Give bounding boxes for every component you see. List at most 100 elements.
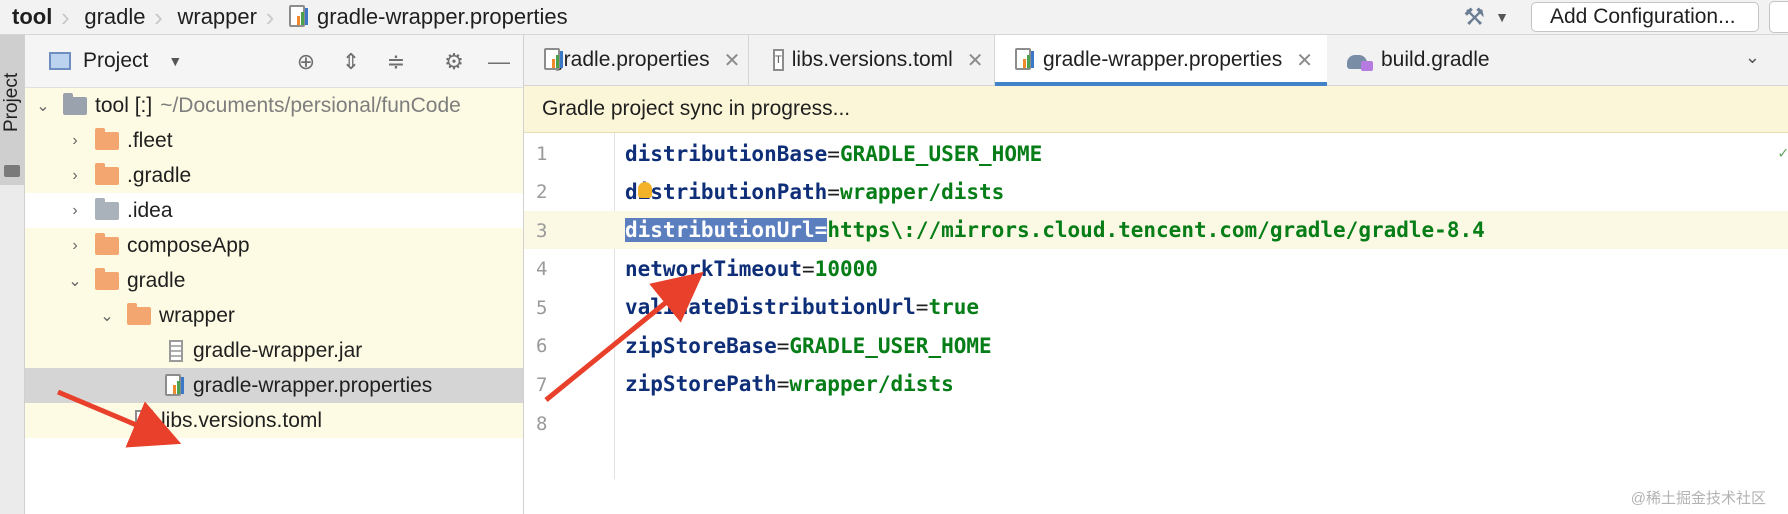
breadcrumb-item-gradle[interactable]: gradle: [72, 0, 145, 34]
toolbar-right: ⚒ ▼ Add Configuration...: [1459, 0, 1788, 34]
chevron-down-icon[interactable]: ⌄: [97, 306, 117, 326]
breadcrumb-label: gradle: [84, 4, 146, 29]
tab-label: build.gradle: [1381, 48, 1490, 71]
code-line: networkTimeout = 10000: [625, 257, 878, 281]
folder-icon: [95, 197, 119, 220]
property-key: distributionBase: [625, 142, 828, 166]
code-line: distributionPath = wrapper/dists: [625, 180, 1005, 204]
line-number: 7: [536, 374, 548, 396]
breadcrumb-separator-icon: ›: [154, 1, 163, 32]
tree-item-label: libs.versions.toml: [161, 408, 323, 432]
tree-item-label: wrapper: [159, 303, 235, 327]
tree-item-fleet[interactable]: › .fleet: [25, 123, 523, 158]
module-folder-icon: [63, 92, 87, 115]
tree-item-label: .idea: [127, 198, 173, 222]
breadcrumb-item-file[interactable]: gradle-wrapper.properties: [277, 0, 568, 34]
folder-icon: [95, 162, 119, 185]
folder-icon: [95, 127, 119, 150]
editor-area: gradle.properties ✕ T libs.versions.toml…: [524, 35, 1788, 514]
gear-icon[interactable]: ⚙: [439, 47, 469, 77]
line-number: 3: [536, 220, 548, 242]
minimize-icon[interactable]: —: [484, 47, 514, 77]
crosshair-icon[interactable]: ⊕: [291, 47, 321, 77]
tree-item-path: ~/Documents/persional/funCode: [160, 93, 461, 117]
breadcrumb-bar: tool › gradle › wrapper › gradle-wrapper…: [0, 0, 1788, 35]
code-line: zipStorePath = wrapper/dists: [625, 372, 954, 396]
tab-build-gradle[interactable]: build.gradle: [1327, 35, 1507, 85]
chevron-down-icon[interactable]: ▼: [1495, 9, 1509, 25]
jar-file-icon: [169, 339, 183, 362]
project-view-icon: [49, 52, 71, 70]
property-value: wrapper/dists: [789, 372, 954, 396]
sync-banner-text: Gradle project sync in progress...: [542, 97, 851, 120]
chevron-down-icon[interactable]: ▼: [168, 53, 182, 69]
run-widget-button[interactable]: [1769, 1, 1788, 33]
close-icon[interactable]: ✕: [967, 48, 984, 73]
tree-item-label: tool [:]: [95, 93, 153, 117]
close-icon[interactable]: ✕: [724, 48, 741, 73]
hammer-icon[interactable]: ⚒: [1459, 2, 1489, 32]
breadcrumb-label: wrapper: [177, 4, 257, 29]
collapse-all-icon[interactable]: ≑: [381, 47, 411, 77]
breadcrumb-label: gradle-wrapper.properties: [316, 4, 568, 29]
tab-gradle-properties[interactable]: gradle.properties ✕: [524, 35, 748, 85]
tree-item-tool[interactable]: ⌄ tool [:] ~/Documents/persional/funCode: [25, 88, 523, 123]
line-number: 1: [536, 143, 548, 165]
selected-property-key: distributionUrl: [625, 218, 815, 242]
tab-label: gradle.properties: [552, 48, 710, 71]
tree-item-gradle-cache[interactable]: › .gradle: [25, 158, 523, 193]
properties-file-icon: [1015, 48, 1035, 72]
tab-libs-versions-toml[interactable]: T libs.versions.toml ✕: [749, 35, 994, 85]
add-configuration-label: Add Configuration...: [1550, 5, 1736, 28]
line-number: 5: [536, 297, 548, 319]
tree-item-label: gradle-wrapper.properties: [193, 373, 433, 397]
close-icon[interactable]: ✕: [1296, 48, 1313, 73]
tree-item-wrapper-jar[interactable]: gradle-wrapper.jar: [25, 333, 523, 368]
folder-icon: [95, 267, 119, 290]
code-line: validateDistributionUrl = true: [625, 295, 980, 319]
chevron-right-icon[interactable]: ›: [65, 167, 85, 185]
breadcrumb-item-tool[interactable]: tool: [0, 0, 52, 34]
editor-tabs: gradle.properties ✕ T libs.versions.toml…: [524, 35, 1788, 86]
add-configuration-button[interactable]: Add Configuration...: [1531, 2, 1759, 32]
property-key: distributionPath: [625, 180, 828, 204]
property-value: true: [928, 295, 980, 319]
tree-item-idea[interactable]: › .idea: [25, 193, 523, 228]
code-line-selected: distributionUrl = https\://mirrors.cloud.t…: [625, 218, 1485, 242]
tree-item-label: .gradle: [127, 163, 192, 187]
project-view-selector[interactable]: Project: [83, 49, 148, 73]
tree-item-wrapper-properties[interactable]: gradle-wrapper.properties: [25, 368, 523, 403]
chevron-right-icon[interactable]: ›: [65, 132, 85, 150]
property-key: zipStorePath: [625, 372, 777, 396]
folder-icon: [95, 232, 119, 255]
chevron-down-icon[interactable]: ⌄: [65, 271, 85, 291]
property-value: 10000: [814, 257, 878, 281]
property-value: https\://mirrors.cloud.tencent.com/gradl…: [827, 218, 1485, 242]
tree-item-composeapp[interactable]: › composeApp: [25, 228, 523, 263]
project-tool-tab[interactable]: Project: [0, 35, 24, 185]
tree-item-libs-versions[interactable]: T libs.versions.toml: [25, 403, 523, 438]
chevron-right-icon[interactable]: ›: [65, 237, 85, 255]
tree-item-gradle[interactable]: ⌄ gradle: [25, 263, 523, 298]
gradle-kts-icon: [1347, 49, 1373, 71]
chevron-right-icon[interactable]: ›: [65, 202, 85, 220]
property-value: GRADLE_USER_HOME: [839, 142, 1043, 166]
property-key: zipStoreBase: [625, 334, 777, 358]
watermark: @稀土掘金技术社区: [1630, 490, 1766, 507]
tree-item-wrapper[interactable]: ⌄ wrapper: [25, 298, 523, 333]
project-panel-header: Project ▼ ⊕ ⇕ ≑ ⚙ —: [25, 35, 523, 88]
lightbulb-icon[interactable]: [638, 182, 652, 198]
folder-icon: [4, 165, 20, 177]
line-number: 4: [536, 258, 548, 280]
property-key: validateDistributionUrl: [625, 295, 916, 319]
chevron-down-icon[interactable]: ⌄: [1745, 47, 1760, 68]
breadcrumb-label: tool: [12, 4, 53, 29]
tree-item-label: .fleet: [127, 128, 173, 152]
breadcrumb-item-wrapper[interactable]: wrapper: [165, 0, 256, 34]
property-value: wrapper/dists: [839, 180, 1005, 204]
chevron-down-icon[interactable]: ⌄: [33, 96, 53, 116]
expand-all-icon[interactable]: ⇕: [336, 47, 366, 77]
tab-label: libs.versions.toml: [791, 48, 953, 71]
tab-gradle-wrapper-properties[interactable]: gradle-wrapper.properties ✕: [995, 35, 1327, 86]
property-value: GRADLE_USER_HOME: [789, 334, 992, 358]
